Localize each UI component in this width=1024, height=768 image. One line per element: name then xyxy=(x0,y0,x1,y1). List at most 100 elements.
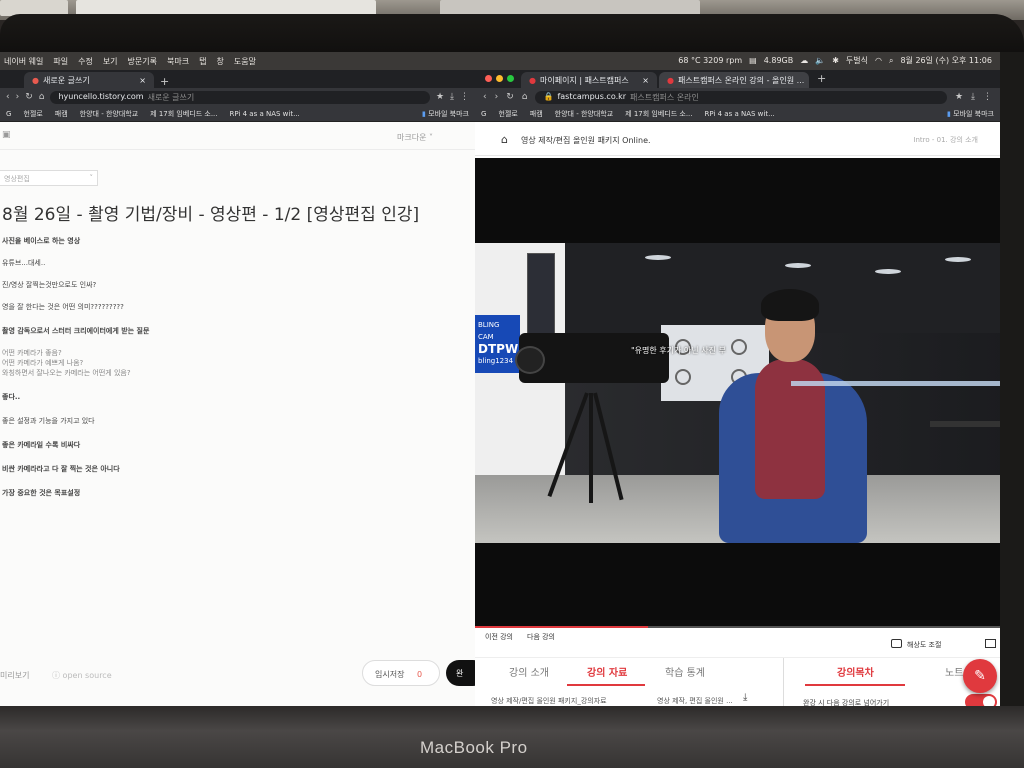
background-table xyxy=(930,421,1008,427)
zoom-window-icon[interactable] xyxy=(507,75,514,82)
bookmark-item[interactable]: 제 17회 임베디드 소... xyxy=(150,109,217,119)
menu-item[interactable]: 탭 xyxy=(199,56,206,67)
bookmark-item[interactable]: 헌젤로 xyxy=(498,109,517,119)
forward-icon[interactable]: › xyxy=(16,92,20,102)
cloud-icon[interactable]: ☁ xyxy=(800,56,808,65)
reload-icon[interactable]: ↻ xyxy=(25,92,33,102)
bookmark-item[interactable]: RPi 4 as a NAS wit... xyxy=(705,110,775,118)
menu-icon[interactable]: ⋮ xyxy=(983,92,992,102)
menu-item[interactable]: 파일 xyxy=(53,56,68,67)
tab-label: 강의목차 xyxy=(837,668,874,679)
bookmark-folder-mobile[interactable]: ▮ 모바일 북마크 xyxy=(422,109,469,119)
lecture-title: 영상 제작/편집 올인원 패키지 Online. xyxy=(521,136,651,145)
home-icon[interactable]: ⌂ xyxy=(39,92,45,102)
close-icon[interactable]: × xyxy=(808,76,809,85)
lecture-tabs: 강의 소개 강의 자료 학습 통계 강의목차 노트 영상 제작/편집 올인원 패… xyxy=(475,658,1000,710)
spotlight-icon[interactable]: ⌕ xyxy=(889,56,893,66)
video-caption: "유명한 후기가 아닌 사진 부 xyxy=(631,346,726,355)
macos-menu-bar: 네이버 웨일 파일 수정 보기 방문기록 북마크 탭 창 도움말 68 °C 3209 rpm … xyxy=(0,52,1000,70)
fastcampus-favicon-icon: ● xyxy=(667,75,674,85)
folder-icon: ▮ xyxy=(947,109,951,118)
home-icon[interactable]: ⌂ xyxy=(501,133,508,146)
post-title[interactable]: 8월 26일 - 촬영 기법/장비 - 영상편 - 1/2 [영상편집 인강] xyxy=(2,200,419,225)
address-bar[interactable]: 🔒 fastcampus.co.kr 패스트캠퍼스 온라인 xyxy=(535,90,947,104)
download-icon[interactable]: ⤓ xyxy=(971,92,975,102)
menu-item[interactable]: 도움말 xyxy=(234,56,256,67)
tab-new-post[interactable]: ● 새로운 글쓰기 × xyxy=(24,72,154,88)
menu-item[interactable]: 보기 xyxy=(103,56,118,67)
close-icon[interactable]: × xyxy=(642,76,649,85)
bookmark-item[interactable]: 한양대 - 한양대학교 xyxy=(555,109,614,119)
bluetooth-icon[interactable]: ✱ xyxy=(832,56,839,65)
menu-item[interactable]: 북마크 xyxy=(167,56,189,67)
input-source-label[interactable]: 두벌식 xyxy=(846,55,868,66)
bookmark-item[interactable]: 패캠 xyxy=(55,109,68,119)
tab-lecture-materials[interactable]: 강의 자료 xyxy=(587,664,627,679)
category-select[interactable]: 영상편집 ˅ xyxy=(0,170,98,186)
address-bar[interactable]: hyuncello.tistory.com 새로운 글쓰기 xyxy=(50,90,430,104)
bookmark-folder-mobile[interactable]: ▮ 모바일 북마크 xyxy=(947,109,994,119)
post-editor: ▣ 마크다운 ˅ 영상편집 ˅ 8월 26일 - 촬영 기법/장비 - 영상편 … xyxy=(0,122,486,710)
tab-lecture[interactable]: ● 패스트캠퍼스 온라인 강의 - 올인원 ... × xyxy=(659,72,809,88)
new-tab-button[interactable]: + xyxy=(154,75,175,88)
tab-toc[interactable]: 강의목차 xyxy=(837,664,874,679)
star-icon[interactable]: ★ xyxy=(436,92,444,102)
edit-note-button[interactable]: ✎ xyxy=(963,659,997,693)
markdown-mode-select[interactable]: 마크다운 ˅ xyxy=(397,132,433,143)
video-player[interactable]: BLING CAM DTPW bling1234 "유명한 후기가 아닌 사진 … xyxy=(475,158,1008,629)
url-text: hyuncello.tistory.com xyxy=(58,91,144,101)
lecture-breadcrumb: Intro - 01. 강의 소개 xyxy=(913,136,978,144)
open-source-link[interactable]: ⓘ open source xyxy=(52,670,112,681)
volume-icon[interactable]: 🔈 xyxy=(815,56,825,65)
menu-item[interactable]: 네이버 웨일 xyxy=(4,56,43,67)
minimize-window-icon[interactable] xyxy=(496,75,503,82)
menu-item[interactable]: 방문기록 xyxy=(128,56,157,67)
video-frame[interactable]: BLING CAM DTPW bling1234 "유명한 후기가 아닌 사진 … xyxy=(475,243,1008,543)
menu-item[interactable]: 창 xyxy=(216,56,223,67)
expand-icon[interactable] xyxy=(985,639,996,648)
next-lecture-button[interactable]: 다음 강의 xyxy=(527,632,555,642)
tab-learning-stats[interactable]: 학습 통계 xyxy=(665,664,705,679)
download-icon[interactable]: ⤓ xyxy=(743,692,747,703)
prev-lecture-button[interactable]: 이전 강의 xyxy=(485,632,513,642)
reload-icon[interactable]: ↻ xyxy=(506,92,514,102)
tab-lecture-intro[interactable]: 강의 소개 xyxy=(509,664,549,679)
download-icon[interactable]: ⤓ xyxy=(450,92,454,102)
image-icon[interactable]: ▣ xyxy=(2,130,11,140)
folder-icon: ▮ xyxy=(422,109,426,118)
menu-icon[interactable]: ⋮ xyxy=(460,92,469,102)
resolution-button[interactable]: 해상도 조절 xyxy=(907,640,941,650)
bookmark-item[interactable]: G xyxy=(481,110,486,118)
resolution-icon[interactable] xyxy=(891,639,902,648)
bookmark-item[interactable]: 제 17회 임베디드 소... xyxy=(625,109,692,119)
forward-icon[interactable]: › xyxy=(495,92,499,102)
material-file-name: 영상 제작, 편집 올인원 ... xyxy=(657,697,733,705)
back-icon[interactable]: ‹ xyxy=(483,92,487,102)
bookmark-item[interactable]: G xyxy=(6,110,11,118)
new-tab-button[interactable]: + xyxy=(811,72,832,88)
tab-strip: ● 마이페이지 | 패스트캠퍼스 × ● 패스트캠퍼스 온라인 강의 - 올인원… xyxy=(521,72,832,88)
preview-button[interactable]: 미리보기 xyxy=(0,670,29,681)
bookmark-item[interactable]: RPi 4 as a NAS wit... xyxy=(230,110,300,118)
body-line: 좋은 설정과 기능을 가지고 있다 xyxy=(2,417,95,425)
close-window-icon[interactable] xyxy=(485,75,492,82)
url-page-title: 새로운 글쓰기 xyxy=(147,92,195,102)
tab-label: 강의 소개 xyxy=(509,668,549,679)
temp-save-label: 임시저장 xyxy=(375,670,405,679)
menu-item[interactable]: 수정 xyxy=(78,56,93,67)
close-icon[interactable]: × xyxy=(139,76,146,85)
tab-title: 마이페이지 | 패스트캠퍼스 xyxy=(539,75,629,85)
bookmark-item[interactable]: 헌젤로 xyxy=(23,109,42,119)
datetime-label[interactable]: 8월 26일 (수) 오후 11:06 xyxy=(900,55,992,66)
star-icon[interactable]: ★ xyxy=(955,92,963,102)
memory-icon: ▤ xyxy=(749,56,757,65)
home-icon[interactable]: ⌂ xyxy=(522,92,528,102)
tab-notes[interactable]: 노트 xyxy=(945,664,963,679)
wifi-icon[interactable]: ◠ xyxy=(875,56,882,65)
back-icon[interactable]: ‹ xyxy=(6,92,10,102)
tab-mypage[interactable]: ● 마이페이지 | 패스트캠퍼스 × xyxy=(521,72,657,88)
temp-save-button[interactable]: 임시저장 0 xyxy=(362,660,440,686)
ceiling-light xyxy=(785,263,811,268)
bookmark-item[interactable]: 패캠 xyxy=(530,109,543,119)
bookmark-item[interactable]: 한양대 - 한양대학교 xyxy=(80,109,139,119)
